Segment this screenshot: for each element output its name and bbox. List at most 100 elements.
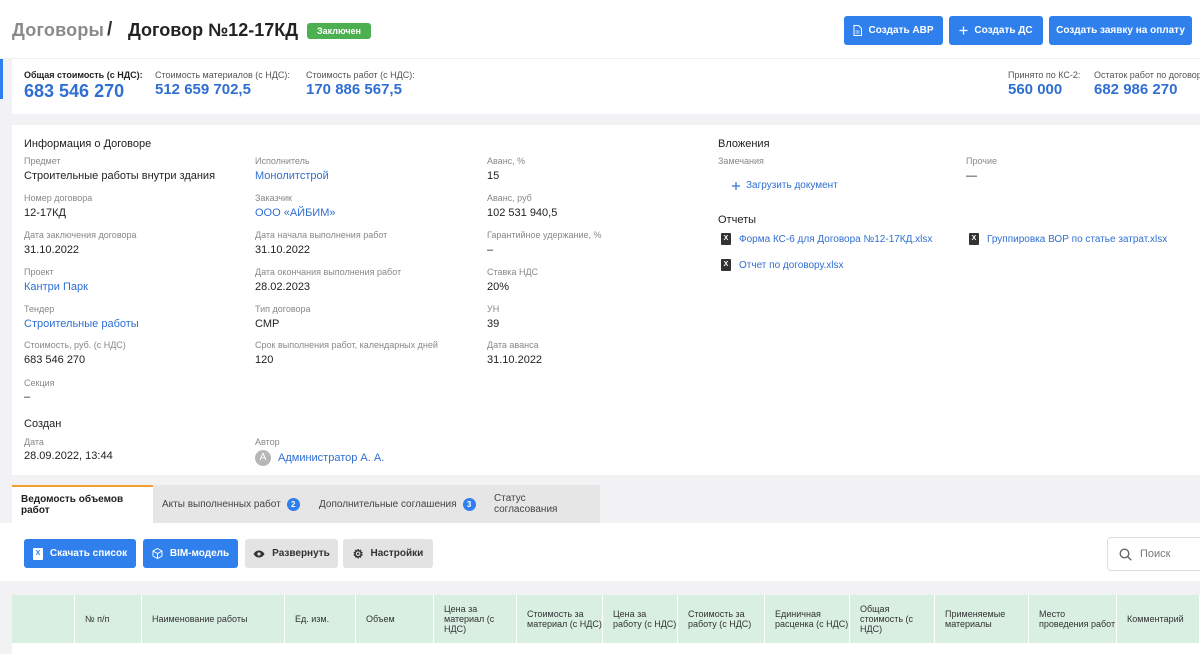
gear-icon: ⚙	[352, 546, 364, 561]
tender-link[interactable]: Строительные работы	[24, 318, 139, 330]
column-header-comment[interactable]: Комментарий	[1117, 595, 1200, 643]
remaining-works-value: 682 986 270	[1094, 81, 1178, 98]
column-header-work-name[interactable]: Наименование работы	[142, 595, 285, 643]
column-header-volume[interactable]: Объем	[356, 595, 434, 643]
advance-percent-label: Аванс, %	[487, 156, 526, 166]
total-cost-value: 683 546 270	[24, 81, 125, 101]
column-header-work-cost[interactable]: Стоимость за работу (с НДС)	[678, 595, 765, 643]
term-label: Срок выполнения работ, календарных дней	[255, 340, 438, 350]
status-badge: Заключен	[307, 23, 371, 39]
page-title: Договор №12-17КД	[128, 20, 299, 40]
download-list-label: Скачать список	[49, 548, 128, 559]
bim-model-button[interactable]: BIM-модель	[143, 539, 238, 568]
upload-document-button[interactable]: Загрузить документ	[732, 180, 838, 191]
excel-file-icon: X	[721, 233, 731, 245]
report-file-name: Группировка ВОР по статье затрат.xlsx	[987, 233, 1168, 245]
avatar: А	[255, 450, 271, 466]
table-toolbar: X Скачать список BIM-модель Развернуть ⚙…	[0, 523, 1200, 581]
end-date-value: 28.02.2023	[255, 281, 311, 293]
column-header-material-price[interactable]: Цена за материал (с НДС)	[434, 595, 517, 643]
contractor-link[interactable]: Монолитстрой	[255, 170, 329, 182]
cost-summary: Общая стоимость (с НДС): 683 546 270 Сто…	[0, 58, 1200, 114]
bim-model-label: BIM-модель	[169, 548, 230, 559]
other-value: —	[966, 170, 977, 182]
report-file-ks6[interactable]: X Форма КС-6 для Договора №12-17КД.xlsx	[721, 233, 932, 245]
report-file-vor-grouping[interactable]: X Группировка ВОР по статье затрат.xlsx	[969, 233, 1167, 245]
vat-rate-label: Ставка НДС	[487, 267, 539, 277]
author-link[interactable]: Администратор А. А.	[278, 452, 384, 464]
vat-rate-value: 20%	[487, 281, 510, 293]
column-header-select[interactable]	[12, 595, 75, 643]
section-label: Секция	[24, 378, 55, 388]
contract-number-value: 12-17КД	[24, 207, 66, 219]
column-header-total-cost[interactable]: Общая стоимость (с НДС)	[850, 595, 935, 643]
document-icon	[853, 25, 863, 36]
cost-value: 683 546 270	[24, 354, 86, 366]
guarantee-label: Гарантийное удержание, %	[487, 230, 602, 240]
advance-date-label: Дата аванса	[487, 340, 539, 350]
section-value: –	[24, 391, 31, 403]
work-volumes-table: № п/п Наименование работы Ед. изм. Объем…	[12, 595, 1200, 654]
contract-date-label: Дата заключения договора	[24, 230, 137, 240]
attachments-title: Вложения	[718, 138, 770, 150]
advance-date-value: 31.10.2022	[487, 354, 543, 366]
excel-icon: X	[32, 547, 43, 560]
tab-bar: Ведомость объемов работ Акты выполненных…	[12, 485, 600, 523]
project-link[interactable]: Кантри Парк	[24, 281, 88, 293]
search-input[interactable]: Поиск	[1107, 537, 1200, 571]
report-file-name: Форма КС-6 для Договора №12-17КД.xlsx	[739, 233, 933, 245]
tab-approval-status[interactable]: Статус согласования	[485, 485, 600, 523]
materials-cost-value: 512 659 702,5	[155, 81, 251, 98]
tab-label: Статус согласования	[494, 493, 558, 515]
total-cost-label: Общая стоимость (с НДС):	[24, 70, 143, 80]
column-header-material-cost[interactable]: Стоимость за материал (с НДС)	[517, 595, 603, 643]
start-date-value: 31.10.2022	[255, 244, 311, 256]
settings-label: Настройки	[370, 548, 424, 559]
contract-number-label: Номер договора	[24, 193, 93, 203]
plus-icon	[959, 26, 968, 35]
download-list-button[interactable]: X Скачать список	[24, 539, 136, 568]
create-ds-button[interactable]: Создать ДС	[949, 16, 1043, 45]
guarantee-value: –	[487, 244, 494, 256]
tab-count-badge: 2	[286, 497, 300, 511]
advance-rub-value: 102 531 940,5	[487, 207, 558, 219]
column-header-work-price[interactable]: Цена за работу (с НДС)	[603, 595, 678, 643]
column-header-unit-rate[interactable]: Единичная расценка (с НДС)	[765, 595, 850, 643]
un-value: 39	[487, 318, 500, 330]
column-header-materials[interactable]: Применяемые материалы	[935, 595, 1029, 643]
create-payment-request-button[interactable]: Создать заявку на оплату	[1049, 16, 1192, 45]
term-value: 120	[255, 354, 274, 366]
tab-count-badge: 3	[462, 497, 476, 511]
tender-label: Тендер	[24, 304, 55, 314]
report-file-contract-report[interactable]: X Отчет по договору.xlsx	[721, 259, 844, 271]
works-cost-value: 170 886 567,5	[306, 81, 402, 98]
create-avr-label: Создать АВР	[868, 25, 934, 36]
column-header-unit[interactable]: Ед. изм.	[285, 595, 356, 643]
subject-label: Предмет	[24, 156, 61, 166]
cost-label: Стоимость, руб. (с НДС)	[24, 340, 126, 350]
column-header-location[interactable]: Место проведения работ	[1029, 595, 1117, 643]
contractor-label: Исполнитель	[255, 156, 310, 166]
create-payment-request-label: Создать заявку на оплату	[1056, 25, 1185, 36]
tab-additional-agreements[interactable]: Дополнительные соглашения 3	[310, 485, 485, 523]
create-avr-button[interactable]: Создать АВР	[844, 16, 943, 45]
advance-percent-value: 15	[487, 170, 500, 182]
reports-title: Отчеты	[718, 214, 757, 226]
eye-icon	[253, 550, 265, 557]
contract-type-value: СМР	[255, 318, 280, 330]
settings-button[interactable]: ⚙ Настройки	[343, 539, 433, 568]
tab-label: Ведомость объемов работ	[21, 494, 124, 516]
tab-label: Акты выполненных работ	[162, 498, 281, 510]
customer-link[interactable]: ООО «АЙБИМ»	[255, 207, 336, 219]
expand-button[interactable]: Развернуть	[245, 539, 338, 568]
tab-work-volumes[interactable]: Ведомость объемов работ	[12, 485, 153, 523]
excel-file-icon: X	[721, 259, 731, 271]
breadcrumb-contracts[interactable]: Договоры	[12, 20, 104, 41]
excel-file-icon: X	[969, 233, 979, 245]
column-header-number[interactable]: № п/п	[75, 595, 142, 643]
plus-icon	[732, 181, 740, 190]
created-date-value: 28.09.2022, 13:44	[24, 450, 113, 462]
tab-completed-acts[interactable]: Акты выполненных работ 2	[153, 485, 310, 523]
expand-label: Развернуть	[272, 548, 330, 559]
summary-accent-bar	[0, 59, 3, 99]
